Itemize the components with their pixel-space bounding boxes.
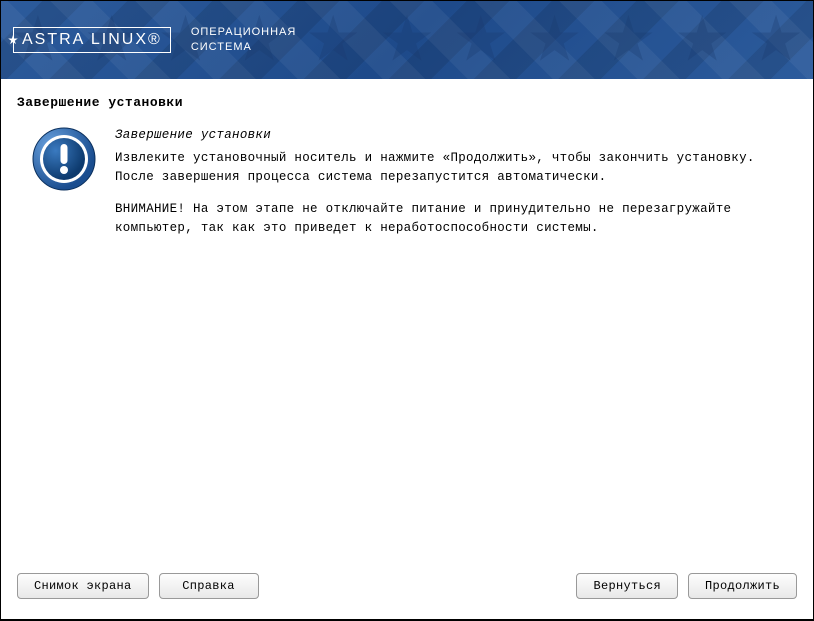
- footer-bar: Снимок экрана Справка Вернуться Продолжи…: [1, 559, 813, 619]
- continue-button[interactable]: Продолжить: [688, 573, 797, 599]
- logo-subtitle-line2: СИСТЕМА: [191, 40, 297, 55]
- footer-left: Снимок экрана Справка: [17, 573, 259, 599]
- page-title: Завершение установки: [17, 95, 797, 110]
- message-text: Завершение установки Извлеките установоч…: [115, 126, 797, 252]
- logo-subtitle-line1: ОПЕРАЦИОННАЯ: [191, 25, 297, 40]
- logo-subtitle: ОПЕРАЦИОННАЯ СИСТЕМА: [191, 25, 297, 56]
- alert-icon: [31, 126, 97, 192]
- footer-right: Вернуться Продолжить: [576, 573, 797, 599]
- help-button[interactable]: Справка: [159, 573, 259, 599]
- logo-area: ASTRA LINUX® ОПЕРАЦИОННАЯ СИСТЕМА: [13, 25, 296, 56]
- message-subtitle: Завершение установки: [115, 126, 797, 145]
- installer-window: ASTRA LINUX® ОПЕРАЦИОННАЯ СИСТЕМА Заверш…: [1, 1, 813, 619]
- logo-text: ASTRA LINUX®: [13, 27, 171, 53]
- message-paragraph-1: Извлеките установочный носитель и нажмит…: [115, 149, 797, 187]
- message-paragraph-2: ВНИМАНИЕ! На этом этапе не отключайте пи…: [115, 200, 797, 238]
- content-body: Завершение установки Извлеките установоч…: [17, 126, 797, 252]
- content-area: Завершение установки: [1, 79, 813, 559]
- back-button[interactable]: Вернуться: [576, 573, 678, 599]
- header-banner: ASTRA LINUX® ОПЕРАЦИОННАЯ СИСТЕМА: [1, 1, 813, 79]
- screenshot-button[interactable]: Снимок экрана: [17, 573, 149, 599]
